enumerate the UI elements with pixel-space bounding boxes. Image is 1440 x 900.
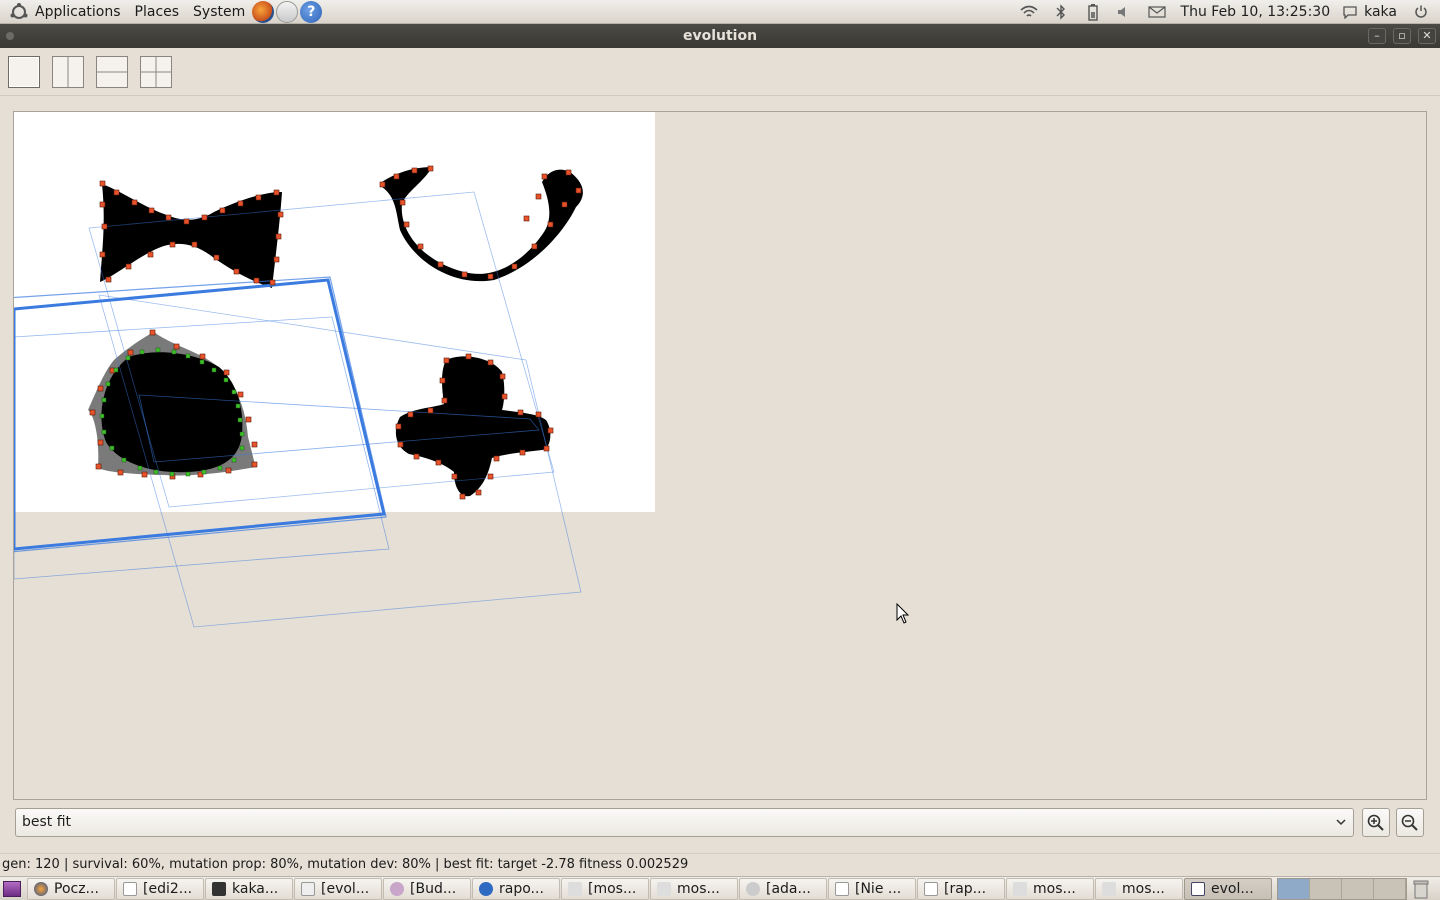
task-label: [ada... [766,880,811,897]
task-button-active[interactable]: evol... [1184,877,1272,900]
task-button[interactable]: Pocz... [27,877,115,900]
system-tray: Thu Feb 10, 13:25:30 kaka [1013,0,1440,24]
window-icon [1191,881,1205,896]
zoom-in-icon [1367,814,1384,831]
workspace-switcher[interactable] [1277,877,1407,900]
close-button[interactable]: ✕ [1418,28,1436,44]
main-menu: Applications Places System ? [0,0,324,24]
minimize-button[interactable]: – [1368,28,1386,44]
task-button[interactable]: kaka... [205,877,293,900]
task-label: [Nie ... [855,880,902,897]
window-titlebar[interactable]: evolution – ▫ ✕ [0,24,1440,48]
maximize-button[interactable]: ▫ [1393,28,1411,44]
task-label: mos... [677,880,720,897]
kde-icon [479,881,493,896]
workspace-3[interactable] [1342,878,1374,899]
document-icon [835,881,849,896]
document-icon [123,881,137,896]
zoom-out-button[interactable] [1396,808,1424,837]
task-button[interactable]: rapo... [472,877,560,900]
zoom-in-button[interactable] [1362,808,1390,837]
evolution-canvas[interactable] [13,111,1427,800]
task-label: mos... [1033,880,1076,897]
power-icon[interactable] [1410,1,1432,23]
task-button[interactable]: [edi2... [116,877,204,900]
task-button[interactable]: [Nie ... [828,877,916,900]
mouse-cursor-icon [896,603,910,624]
shape-blob-inner [101,352,243,473]
clock[interactable]: Thu Feb 10, 13:25:30 [1173,4,1339,20]
task-button[interactable]: mos... [1095,877,1183,900]
menu-system[interactable]: System [186,0,252,24]
task-label: [Bud... [410,880,457,897]
shape-bowtie [100,184,282,288]
chat-bubble-icon [1343,6,1357,19]
task-label: [rap... [944,880,987,897]
task-label: kaka... [232,880,279,897]
menu-applications[interactable]: Applications [28,0,128,24]
layout-split-horizontal-button[interactable] [96,56,128,88]
workspace-2[interactable] [1310,878,1342,899]
workspace-4[interactable] [1374,878,1406,899]
task-button[interactable]: mos... [650,877,738,900]
task-label: mos... [1122,880,1165,897]
task-button[interactable]: [Bud... [383,877,471,900]
task-label: [edi2... [143,880,193,897]
shape-overlay [14,165,583,628]
zoom-controls: best fit [15,808,1427,838]
battery-icon[interactable] [1082,1,1104,23]
zoom-select-value: best fit [22,814,72,830]
editor-icon [301,881,315,896]
dots-icon [1013,881,1027,896]
task-button[interactable]: mos... [1006,877,1094,900]
user-menu[interactable]: kaka [1338,4,1405,20]
task-button[interactable]: [mos... [561,877,649,900]
dots-icon [1102,881,1116,896]
document-icon [924,881,938,896]
menu-places[interactable]: Places [128,0,187,24]
layout-split-vertical-button[interactable] [52,56,84,88]
mail-icon[interactable] [1146,1,1168,23]
mail-launcher-icon[interactable] [276,0,299,23]
help-launcher-icon[interactable]: ? [300,0,323,23]
dots-icon [568,881,582,896]
layout-single-button[interactable] [8,56,40,88]
volume-icon[interactable] [1114,1,1136,23]
window-title: evolution [682,28,758,44]
user-name: kaka [1364,4,1397,20]
task-button[interactable]: [evol... [294,877,382,900]
top-panel: Applications Places System ? Thu Feb 10,… [0,0,1440,24]
bluetooth-icon[interactable] [1050,1,1072,23]
firefox-launcher-icon[interactable] [252,0,275,23]
zoom-select[interactable]: best fit [15,808,1354,837]
task-label: evol... [1211,880,1254,897]
terminal-icon [212,881,226,896]
task-button[interactable]: [rap... [917,877,1005,900]
task-label: [mos... [588,880,637,897]
layout-quad-button[interactable] [140,56,172,88]
toolbar [0,48,1440,96]
workspace-1[interactable] [1278,878,1310,899]
bottom-panel: Pocz... [edi2... kaka... [evol... [Bud..… [0,876,1440,900]
task-button[interactable]: [ada... [739,877,827,900]
zoom-out-icon [1401,814,1418,831]
gear-icon [746,881,760,896]
task-label: Pocz... [54,880,99,897]
ubuntu-logo-icon[interactable] [10,2,28,21]
messenger-icon [390,881,404,896]
dots-icon [657,881,671,896]
wifi-icon[interactable] [1018,1,1040,23]
chevron-down-icon [1335,809,1347,846]
task-label: rapo... [499,880,544,897]
show-desktop-icon[interactable] [3,880,21,897]
task-label: [evol... [321,880,370,897]
firefox-icon [34,881,48,896]
status-bar: gen: 120 | survival: 60%, mutation prop:… [0,853,1440,875]
trash-icon[interactable] [1413,879,1431,899]
